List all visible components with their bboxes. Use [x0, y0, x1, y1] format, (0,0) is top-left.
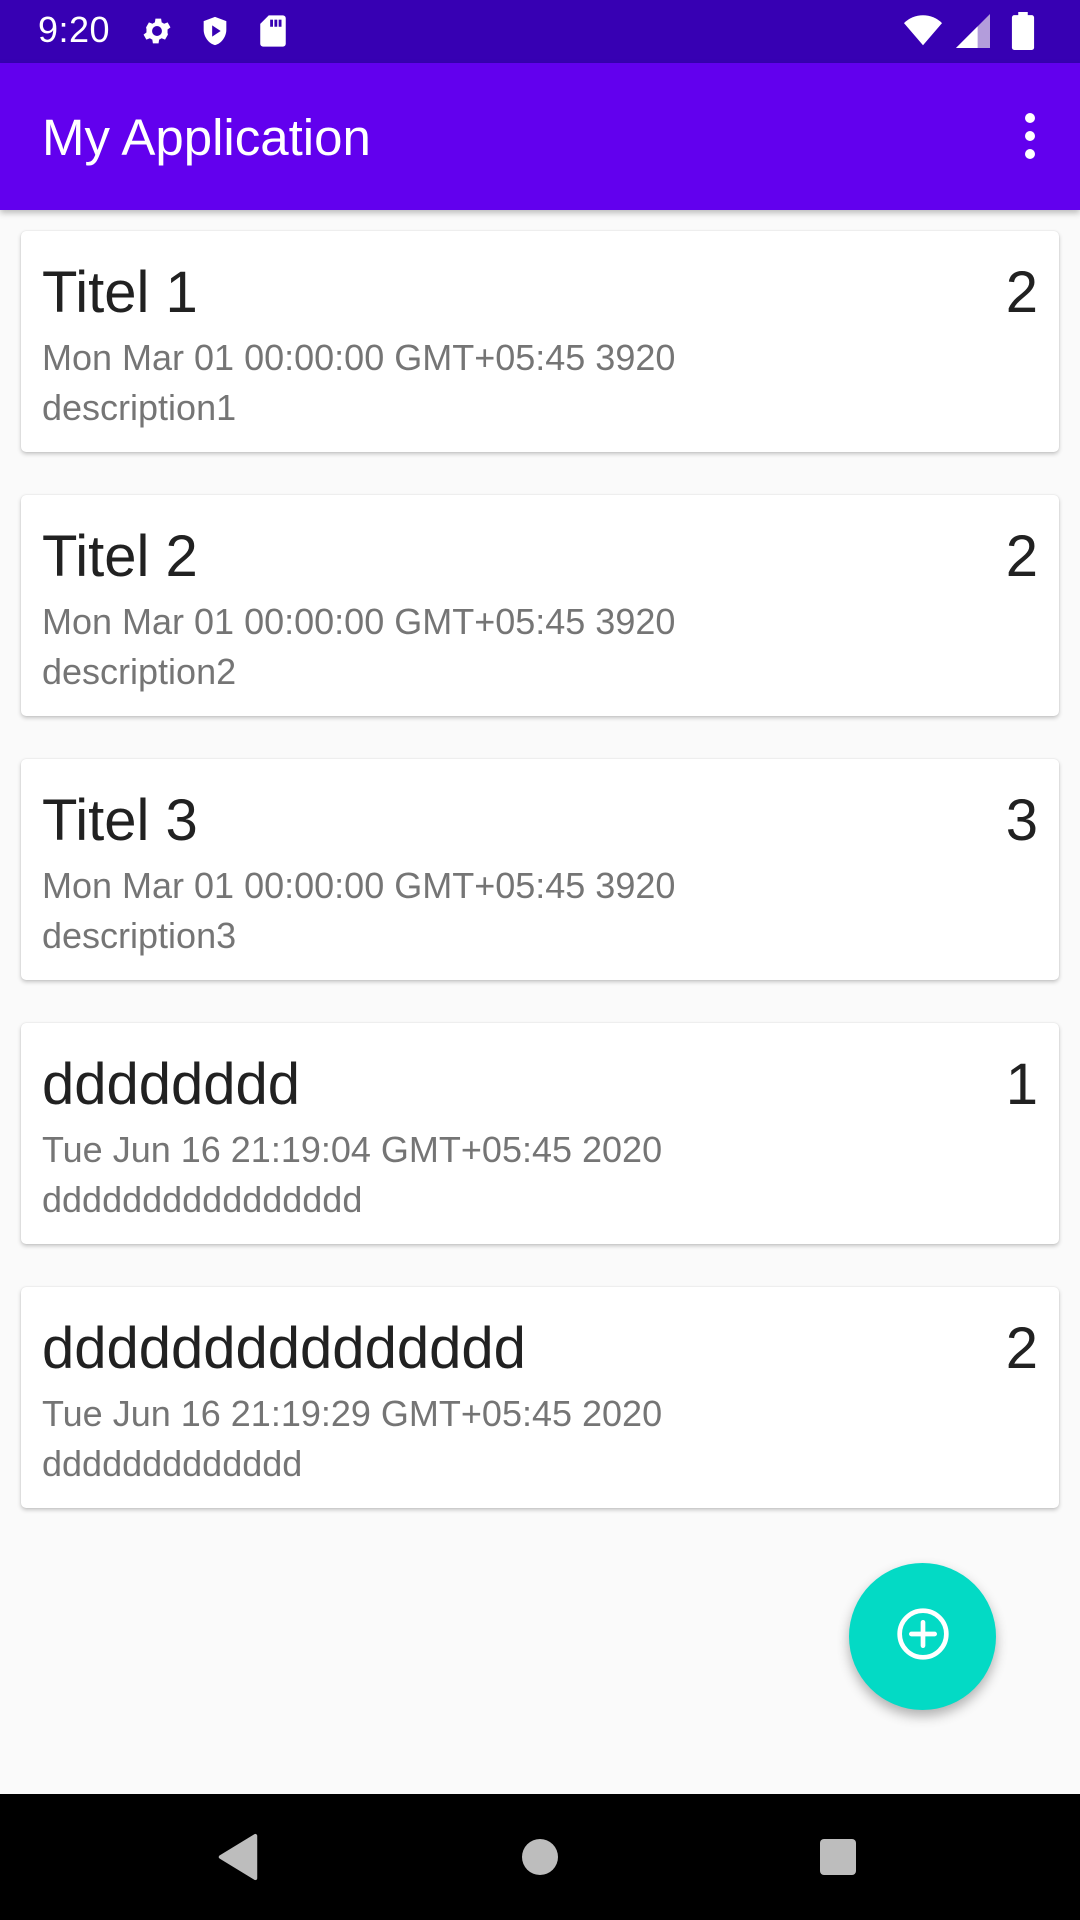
gear-icon [138, 12, 176, 50]
status-icons-left [138, 12, 292, 50]
more-vert-icon[interactable] [1000, 100, 1060, 172]
note-list: Titel 1 2 Mon Mar 01 00:00:00 GMT+05:45 … [21, 231, 1059, 1551]
shield-play-icon [196, 12, 234, 50]
note-card[interactable]: dddddddd 1 Tue Jun 16 21:19:04 GMT+05:45… [21, 1023, 1059, 1244]
note-description: description3 [42, 915, 237, 956]
app-title: My Application [42, 109, 371, 166]
battery-icon [1004, 12, 1042, 50]
note-date: Mon Mar 01 00:00:00 GMT+05:45 3920 [42, 865, 676, 906]
wifi-icon [904, 12, 942, 50]
menu-dot [1025, 113, 1035, 123]
note-title: ddddddddddddddd [42, 1316, 526, 1381]
note-priority: 3 [1005, 788, 1038, 853]
add-circle-icon [895, 1606, 951, 1667]
app-bar: My Application [0, 63, 1080, 210]
back-icon[interactable] [208, 1827, 268, 1887]
note-priority: 2 [1005, 260, 1038, 325]
home-icon[interactable] [510, 1827, 570, 1887]
recents-icon[interactable] [808, 1827, 868, 1887]
note-description: dddddddddddddddd [42, 1179, 363, 1220]
note-priority: 2 [1005, 524, 1038, 589]
note-date: Tue Jun 16 21:19:04 GMT+05:45 2020 [42, 1129, 663, 1170]
add-note-fab[interactable] [849, 1563, 996, 1710]
note-priority: 2 [1005, 1316, 1038, 1381]
note-date: Tue Jun 16 21:19:29 GMT+05:45 2020 [42, 1393, 663, 1434]
note-description: description1 [42, 387, 237, 428]
note-card[interactable]: Titel 2 2 Mon Mar 01 00:00:00 GMT+05:45 … [21, 495, 1059, 716]
navigation-bar [0, 1794, 1080, 1920]
status-bar: 9:20 [0, 0, 1080, 63]
note-date: Mon Mar 01 00:00:00 GMT+05:45 3920 [42, 601, 676, 642]
note-description: description2 [42, 651, 237, 692]
menu-dot [1025, 149, 1035, 159]
note-card[interactable]: ddddddddddddddd 2 Tue Jun 16 21:19:29 GM… [21, 1287, 1059, 1508]
menu-dot [1025, 131, 1035, 141]
note-title: Titel 1 [42, 260, 198, 325]
note-card[interactable]: Titel 1 2 Mon Mar 01 00:00:00 GMT+05:45 … [21, 231, 1059, 452]
note-priority: 1 [1005, 1052, 1038, 1117]
status-icons-right [904, 12, 1042, 50]
sd-card-icon [254, 12, 292, 50]
note-card[interactable]: Titel 3 3 Mon Mar 01 00:00:00 GMT+05:45 … [21, 759, 1059, 980]
status-time: 9:20 [38, 9, 111, 50]
note-title: Titel 3 [42, 788, 198, 853]
cell-signal-icon [954, 12, 992, 50]
note-description: ddddddddddddd [42, 1443, 303, 1484]
note-title: dddddddd [42, 1052, 301, 1117]
note-title: Titel 2 [42, 524, 198, 589]
note-date: Mon Mar 01 00:00:00 GMT+05:45 3920 [42, 337, 676, 378]
